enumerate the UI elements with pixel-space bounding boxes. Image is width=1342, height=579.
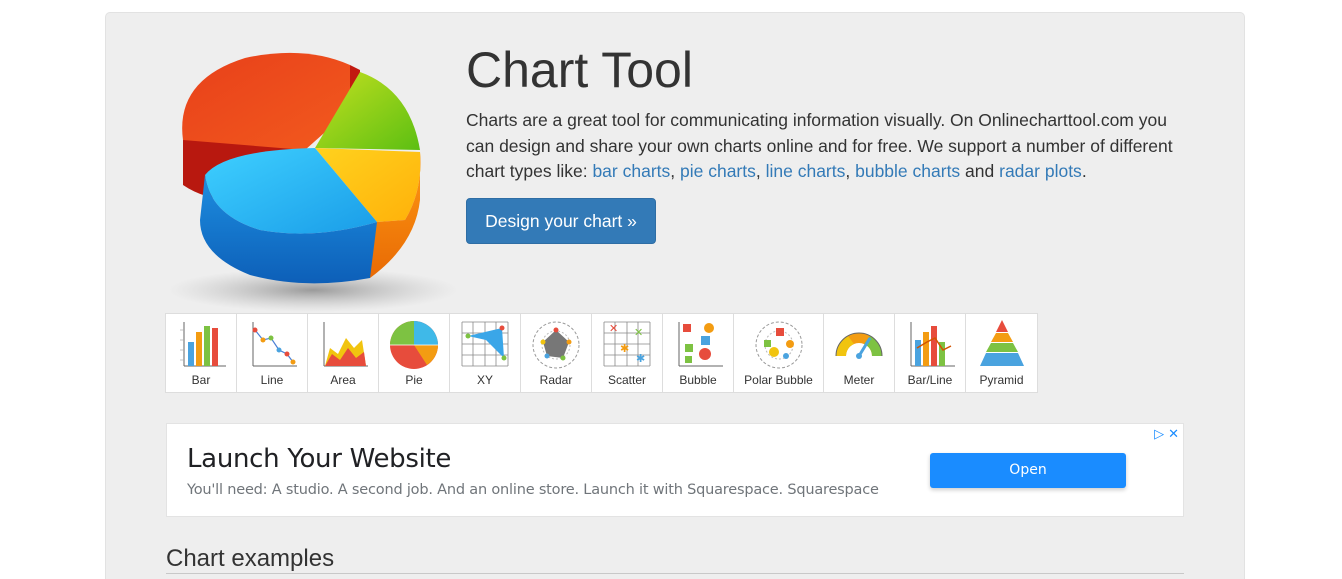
scatter-chart-icon: ✕ ✕ ✱ ✱: [603, 321, 651, 367]
pyramid-chart-icon: [979, 320, 1024, 366]
svg-text:✱: ✱: [636, 352, 645, 365]
close-icon[interactable]: ✕: [1168, 426, 1179, 442]
hero-pie-chart-image: [168, 52, 458, 312]
chart-examples-heading: Chart examples: [166, 545, 335, 572]
chart-type-bar-line[interactable]: Bar/Line: [895, 314, 966, 392]
page-title: Chart Tool: [466, 42, 693, 98]
meter-chart-icon: [835, 332, 883, 359]
chart-type-radar[interactable]: Radar: [521, 314, 592, 392]
adchoices-icon[interactable]: ▷: [1154, 426, 1164, 442]
pie-chart-icon: [390, 321, 438, 369]
xy-chart-icon: [461, 321, 509, 367]
line-chart-icon: [252, 322, 297, 367]
chart-type-polar-bubble[interactable]: Polar Bubble: [734, 314, 824, 392]
ad-banner[interactable]: Launch Your Website You'll need: A studi…: [166, 423, 1184, 517]
chart-type-scatter[interactable]: ✕ ✕ ✱ ✱ Scatter: [592, 314, 663, 392]
ad-open-button[interactable]: Open: [930, 453, 1126, 488]
svg-text:✕: ✕: [609, 322, 618, 335]
chart-type-meter[interactable]: Meter: [824, 314, 895, 392]
ad-description: You'll need: A studio. A second job. And…: [187, 482, 879, 498]
bar-line-chart-icon: [910, 322, 955, 367]
design-your-chart-button[interactable]: Design your chart »: [466, 198, 656, 244]
bubble-chart-icon: [678, 322, 723, 367]
area-chart-icon: [323, 322, 368, 367]
chart-type-line[interactable]: Line: [237, 314, 308, 392]
section-divider: [166, 573, 1184, 574]
hero-description: Charts are a great tool for communicatin…: [466, 110, 1173, 181]
chart-type-pyramid[interactable]: Pyramid: [966, 314, 1037, 392]
ad-controls: ▷ ✕: [1154, 426, 1179, 442]
chart-type-xy[interactable]: XY: [450, 314, 521, 392]
svg-text:✕: ✕: [634, 326, 643, 339]
radar-chart-icon: [532, 321, 580, 369]
link-line-charts[interactable]: line charts: [766, 161, 846, 181]
svg-text:✱: ✱: [620, 342, 629, 355]
chart-type-bar[interactable]: Bar: [166, 314, 237, 392]
chart-type-selector: Bar Line Area Pie XY Radar ✕ ✕ ✱ ✱ Scatt…: [165, 313, 1038, 393]
chart-type-bubble[interactable]: Bubble: [663, 314, 734, 392]
chart-type-pie[interactable]: Pie: [379, 314, 450, 392]
link-pie-charts[interactable]: pie charts: [680, 161, 756, 181]
link-radar-plots[interactable]: radar plots: [999, 161, 1082, 181]
link-bar-charts[interactable]: bar charts: [592, 161, 670, 181]
ad-title[interactable]: Launch Your Website: [187, 444, 451, 474]
link-bubble-charts[interactable]: bubble charts: [855, 161, 960, 181]
polar-bubble-chart-icon: [755, 321, 802, 369]
bar-chart-icon: [180, 322, 226, 367]
chart-type-area[interactable]: Area: [308, 314, 379, 392]
